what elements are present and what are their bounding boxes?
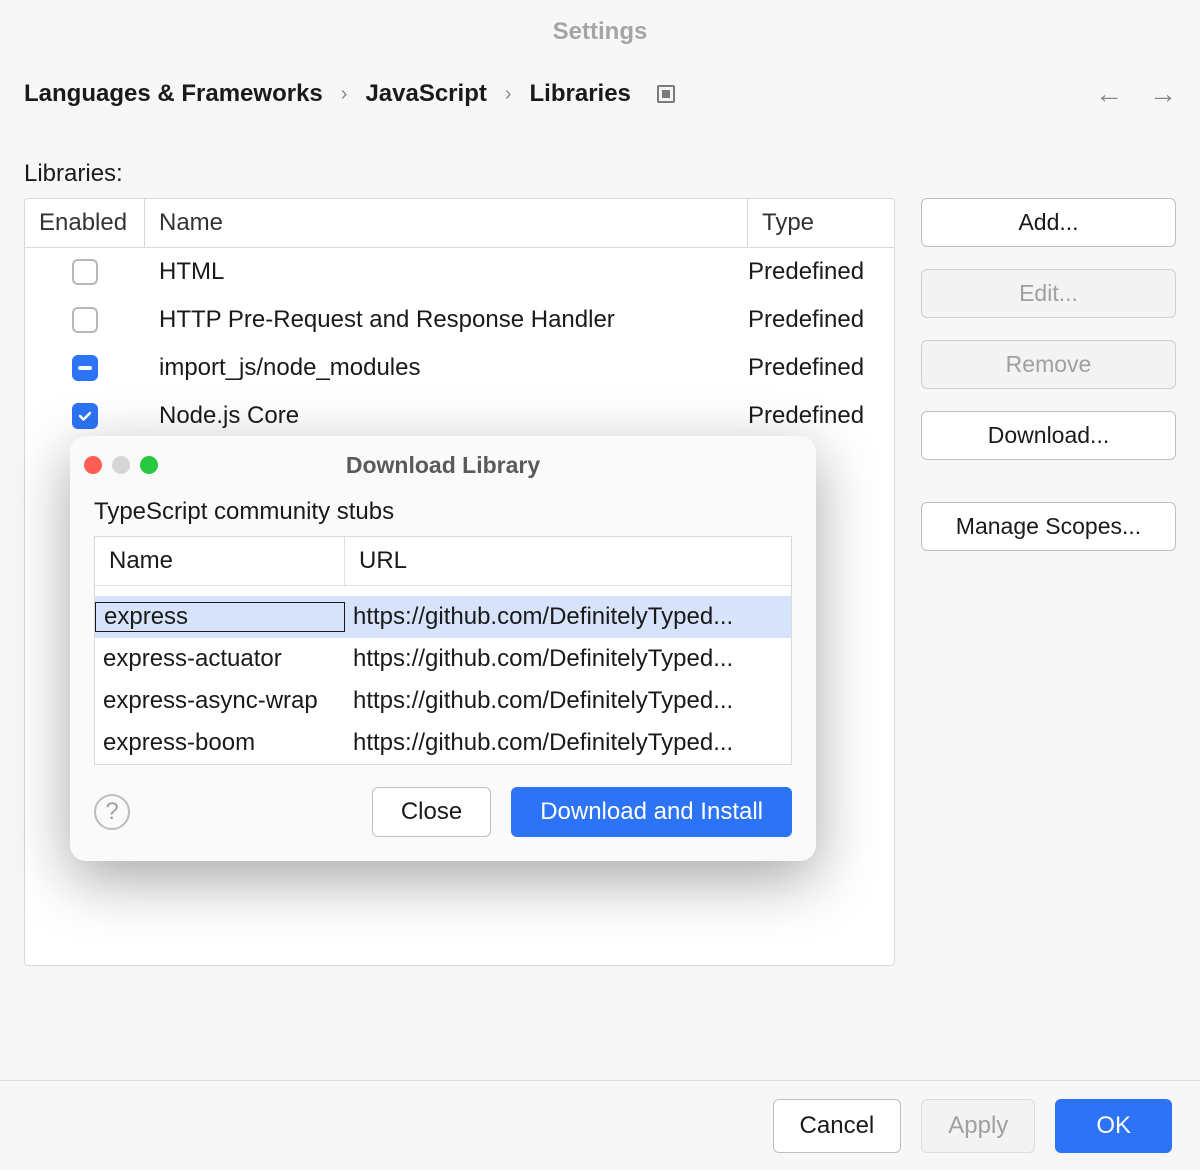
cancel-button[interactable]: Cancel [773,1099,902,1153]
table-row[interactable]: Node.js Core Predefined [25,392,894,440]
checkbox-indeterminate[interactable] [72,355,98,381]
column-header-type[interactable]: Type [748,199,894,247]
library-name: HTTP Pre-Request and Response Handler [145,306,748,334]
breadcrumb-item[interactable]: Languages & Frameworks [24,80,323,108]
table-row[interactable]: HTML Predefined [25,248,894,296]
ok-button[interactable]: OK [1055,1099,1172,1153]
column-header-name[interactable]: Name [145,199,748,247]
table-row[interactable]: express-actuator https://github.com/Defi… [95,638,791,680]
checkbox[interactable] [72,259,98,285]
window-title: Settings [0,18,1200,46]
close-button[interactable]: Close [372,787,491,837]
column-header-name[interactable]: Name [95,537,345,585]
download-button[interactable]: Download... [921,411,1176,460]
stubs-table: Name URL express https://github.com/Defi… [94,536,792,765]
remove-button: Remove [921,340,1176,389]
table-row[interactable]: express https://github.com/DefinitelyTyp… [95,596,791,638]
column-header-enabled[interactable]: Enabled [25,199,145,247]
back-arrow-icon[interactable]: ← [1096,81,1122,107]
table-row[interactable]: express-async-wrap https://github.com/De… [95,680,791,722]
stub-name: express [95,602,345,632]
library-type: Predefined [748,258,894,286]
stub-url: https://github.com/DefinitelyTyped... [345,687,791,715]
library-type: Predefined [748,402,894,430]
table-row[interactable]: HTTP Pre-Request and Response Handler Pr… [25,296,894,344]
scope-icon [657,85,675,103]
stub-url: https://github.com/DefinitelyTyped... [345,645,791,673]
add-button[interactable]: Add... [921,198,1176,247]
help-icon[interactable]: ? [94,794,130,830]
download-library-dialog: Download Library TypeScript community st… [70,436,816,861]
table-row[interactable]: import_js/node_modules Predefined [25,344,894,392]
apply-button: Apply [921,1099,1035,1153]
stub-name: express-boom [95,729,345,757]
stub-url: https://github.com/DefinitelyTyped... [345,729,791,757]
table-row[interactable]: express-boom https://github.com/Definite… [95,722,791,764]
checkbox[interactable] [72,307,98,333]
breadcrumb-item[interactable]: JavaScript [365,80,486,108]
library-name: HTML [145,258,748,286]
forward-arrow-icon[interactable]: → [1150,81,1176,107]
checkbox-checked[interactable] [72,403,98,429]
download-install-button[interactable]: Download and Install [511,787,792,837]
library-name: import_js/node_modules [145,354,748,382]
dialog-title: Download Library [70,452,816,479]
stub-name: express-async-wrap [95,687,345,715]
stub-url: https://github.com/DefinitelyTyped... [345,603,791,631]
library-type: Predefined [748,354,894,382]
library-name: Node.js Core [145,402,748,430]
manage-scopes-button[interactable]: Manage Scopes... [921,502,1176,551]
chevron-right-icon: › [341,83,348,106]
stub-name: express-actuator [95,645,345,673]
table-row[interactable] [95,586,791,596]
dialog-footer: Cancel Apply OK [0,1080,1200,1170]
section-label: Libraries: [24,160,1176,188]
dialog-subtitle: TypeScript community stubs [70,490,816,536]
breadcrumb: Languages & Frameworks › JavaScript › Li… [24,80,1176,108]
breadcrumb-item[interactable]: Libraries [530,80,631,108]
edit-button: Edit... [921,269,1176,318]
library-type: Predefined [748,306,894,334]
chevron-right-icon: › [505,83,512,106]
column-header-url[interactable]: URL [345,537,791,585]
